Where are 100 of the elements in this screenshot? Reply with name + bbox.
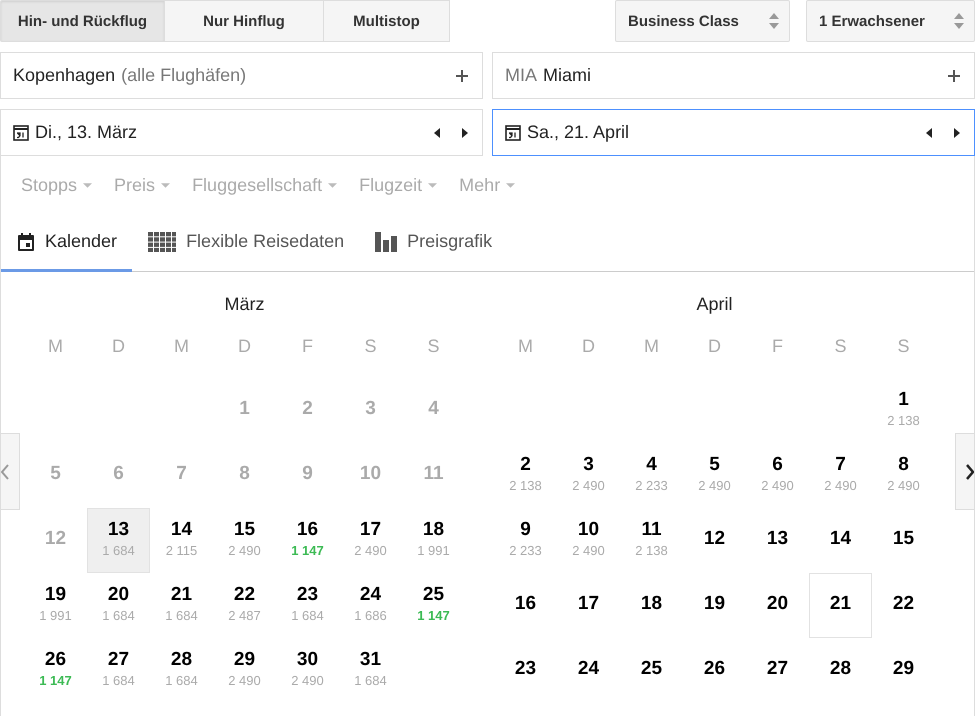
- calendar-day[interactable]: 15 2 490: [213, 508, 276, 573]
- calendar-day[interactable]: 1 2 138: [872, 378, 935, 443]
- calendar-day[interactable]: 18 1 991: [402, 508, 465, 573]
- calendar-day[interactable]: 13 1 684: [87, 508, 150, 573]
- calendar-day[interactable]: 27: [746, 638, 809, 703]
- up-down-arrows-icon: [769, 13, 779, 29]
- plus-icon[interactable]: [948, 70, 960, 82]
- calendar-day[interactable]: 17: [557, 573, 620, 638]
- calendar-day[interactable]: 12: [683, 508, 746, 573]
- calendar-day[interactable]: 18: [620, 573, 683, 638]
- calendar-day[interactable]: 26 1 147: [24, 638, 87, 703]
- calendar-day[interactable]: 3 2 490: [557, 443, 620, 508]
- calendar-day[interactable]: 31 1 684: [339, 638, 402, 703]
- next-icon[interactable]: [462, 128, 468, 138]
- calendar-day[interactable]: 29 2 490: [213, 638, 276, 703]
- previous-icon[interactable]: [434, 128, 440, 138]
- calendar-icon: [505, 124, 521, 140]
- calendar-day[interactable]: 24 1 686: [339, 573, 402, 638]
- passengers-dropdown[interactable]: 1 Erwachsener: [806, 0, 975, 42]
- calendar-day[interactable]: 10 2 490: [557, 508, 620, 573]
- calendar-day: 4: [402, 378, 465, 443]
- calendar-day[interactable]: 9 2 233: [494, 508, 557, 573]
- calendar-day[interactable]: 23: [494, 638, 557, 703]
- calendar-day[interactable]: 22: [872, 573, 935, 638]
- calendar-day[interactable]: 2 2 138: [494, 443, 557, 508]
- calendar-day[interactable]: 16 1 147: [276, 508, 339, 573]
- calendar-day[interactable]: 28 1 684: [150, 638, 213, 703]
- calendar-day[interactable]: 28: [809, 638, 872, 703]
- weekday-label: S: [833, 335, 848, 358]
- month-title: März: [224, 293, 266, 316]
- calendar-day[interactable]: 5 2 490: [683, 443, 746, 508]
- calendar-day: 9: [276, 443, 339, 508]
- calendar-day[interactable]: 29: [872, 638, 935, 703]
- calendar-day[interactable]: 20 1 684: [87, 573, 150, 638]
- view-tab[interactable]: Preisgrafik: [359, 214, 508, 272]
- calendar-icon: [17, 232, 35, 252]
- bar-chart-icon: [375, 232, 398, 252]
- previous-icon[interactable]: [926, 128, 932, 138]
- class-dropdown[interactable]: Business Class: [615, 0, 790, 42]
- weekday-label: D: [707, 335, 722, 358]
- caret-icon: [328, 182, 338, 188]
- calendar-day[interactable]: 26: [683, 638, 746, 703]
- trip-type-tab[interactable]: Hin- und Rückflug: [0, 0, 165, 42]
- calendar-day[interactable]: 6 2 490: [746, 443, 809, 508]
- calendar-day[interactable]: 15: [872, 508, 935, 573]
- calendar-day[interactable]: 20: [746, 573, 809, 638]
- origin-field[interactable]: Kopenhagen (alle Flughäfen): [0, 52, 483, 99]
- view-tab[interactable]: Kalender: [1, 214, 132, 272]
- calendar-day[interactable]: 24: [557, 638, 620, 703]
- calendar-day: 6: [87, 443, 150, 508]
- calendar-day: 3: [339, 378, 402, 443]
- chevron-left-icon: [1, 464, 9, 480]
- weekday-label: D: [237, 335, 252, 358]
- calendar-day: 11: [402, 443, 465, 508]
- calendar-day[interactable]: 25: [620, 638, 683, 703]
- chevron-right-icon: [966, 464, 974, 480]
- view-tab[interactable]: Flexible Reisedaten: [132, 214, 360, 272]
- calendar-day[interactable]: 22 2 487: [213, 573, 276, 638]
- calendar-day[interactable]: 23 1 684: [276, 573, 339, 638]
- calendar-day[interactable]: 4 2 233: [620, 443, 683, 508]
- calendar-day: 10: [339, 443, 402, 508]
- weekday-label: S: [426, 335, 440, 358]
- calendar-day: 1: [213, 378, 276, 443]
- calendar-day: 2: [276, 378, 339, 443]
- calendar-day[interactable]: 25 1 147: [402, 573, 465, 638]
- trip-type-tab[interactable]: Nur Hinflug: [165, 0, 324, 42]
- calendar-day[interactable]: 30 2 490: [276, 638, 339, 703]
- calendar-day[interactable]: 7 2 490: [809, 443, 872, 508]
- calendar-day[interactable]: 19: [683, 573, 746, 638]
- next-month-button[interactable]: [955, 433, 975, 510]
- calendar-day[interactable]: 14: [809, 508, 872, 573]
- calendar-day: 12: [24, 508, 87, 573]
- calendar-icon: [13, 124, 29, 140]
- calendar-day[interactable]: 14 2 115: [150, 508, 213, 573]
- weekday-label: D: [581, 335, 596, 358]
- trip-type-tab[interactable]: Multistop: [324, 0, 450, 42]
- calendar-day[interactable]: 27 1 684: [87, 638, 150, 703]
- weekday-label: S: [896, 335, 910, 358]
- calendar-day[interactable]: 13: [746, 508, 809, 573]
- calendar-day[interactable]: 21 1 684: [150, 573, 213, 638]
- month-title: April: [695, 293, 734, 316]
- plus-icon[interactable]: [456, 70, 468, 82]
- weekday-label: M: [517, 335, 534, 358]
- next-icon[interactable]: [954, 128, 960, 138]
- calendar-day[interactable]: 11 2 138: [620, 508, 683, 573]
- calendar-day[interactable]: 21: [809, 573, 872, 638]
- calendar-day[interactable]: 19 1 991: [24, 573, 87, 638]
- departure-date-field[interactable]: Di., 13. März: [0, 109, 483, 156]
- calendar-day: 8: [213, 443, 276, 508]
- calendar-day[interactable]: 16: [494, 573, 557, 638]
- calendar-day[interactable]: 17 2 490: [339, 508, 402, 573]
- calendar-day[interactable]: 8 2 490: [872, 443, 935, 508]
- grid-icon: [148, 232, 176, 252]
- weekday-label: M: [47, 335, 64, 358]
- calendar-day: 5: [24, 443, 87, 508]
- weekday-label: S: [363, 335, 378, 358]
- return-date-field[interactable]: Sa., 21. April: [492, 109, 975, 156]
- weekday-label: F: [301, 335, 314, 358]
- calendar-day: 7: [150, 443, 213, 508]
- destination-field[interactable]: MIA Miami: [492, 52, 975, 99]
